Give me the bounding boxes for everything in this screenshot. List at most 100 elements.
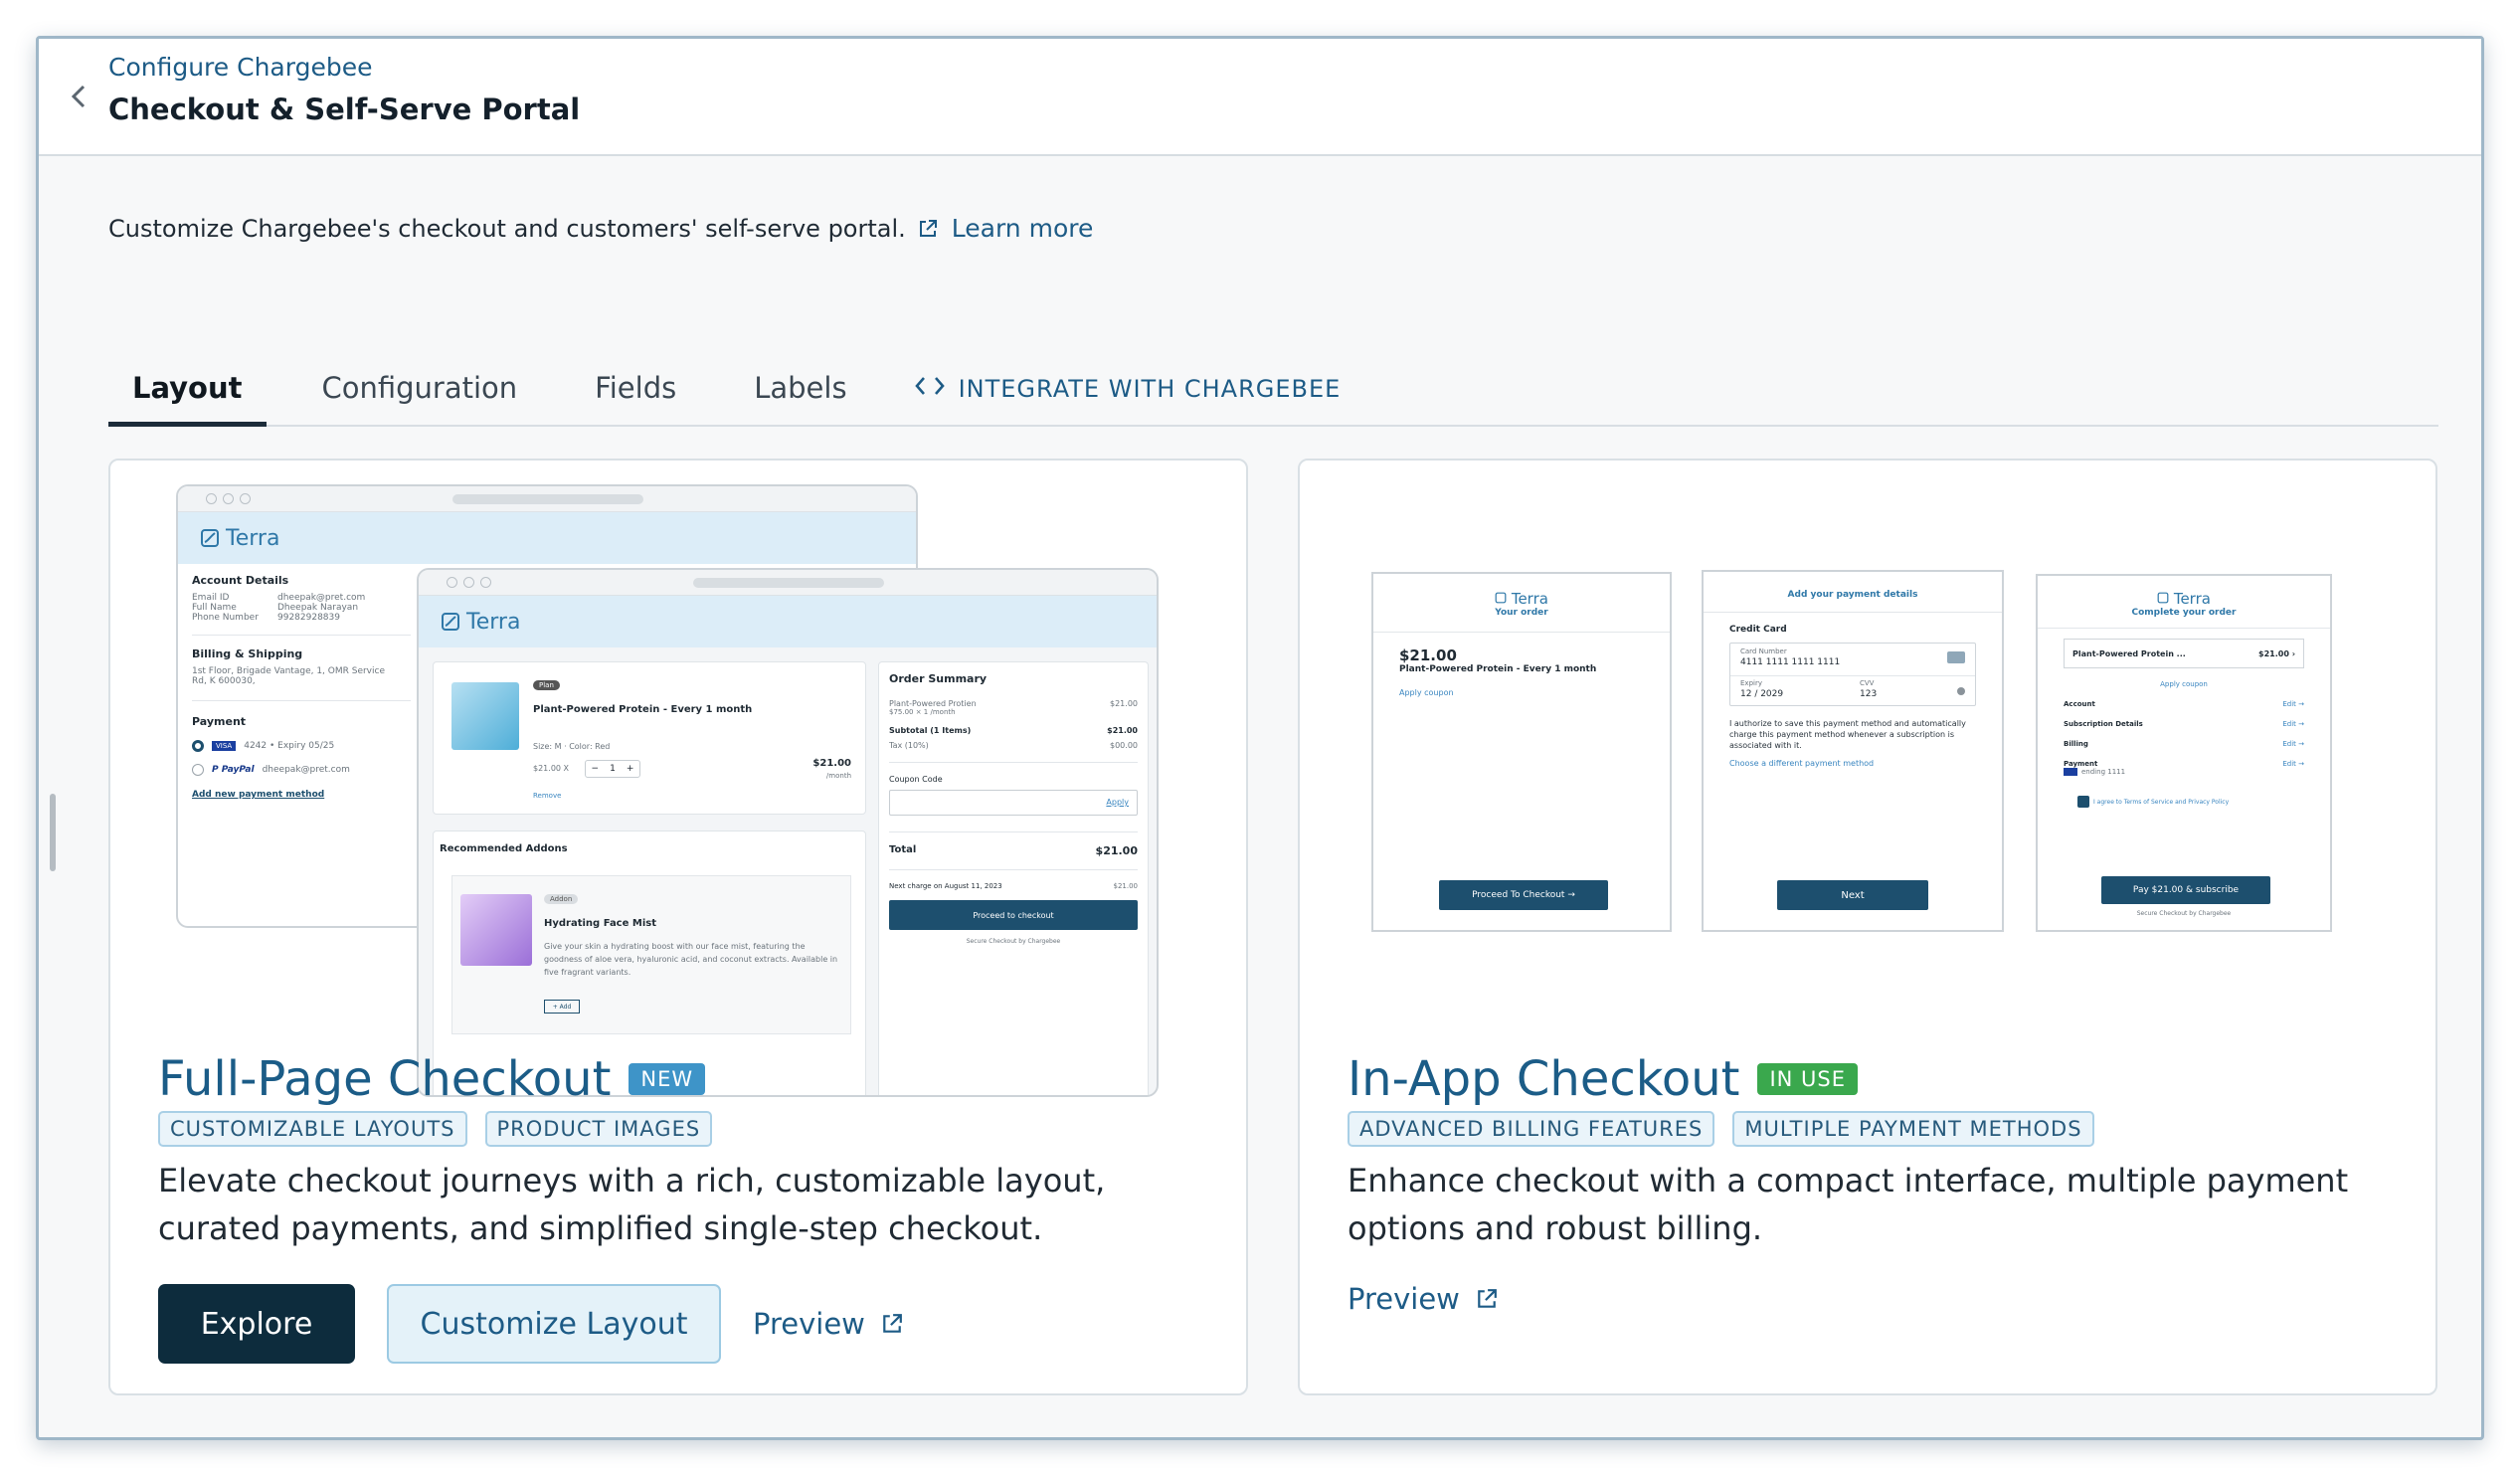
mock-s3-terms: I agree to Terms of Service and Privacy … bbox=[2093, 798, 2230, 806]
mock-phone-label: Phone Number bbox=[192, 613, 259, 623]
in-app-tags: ADVANCED BILLING FEATURES MULTIPLE PAYME… bbox=[1348, 1111, 2094, 1147]
mock-line-total: $21.00 bbox=[812, 758, 851, 769]
mock-s2-exp: 12 / 2029 bbox=[1740, 689, 1784, 699]
mock-s1-product: Plant-Powered Protein - Every 1 month bbox=[1399, 664, 1597, 674]
mock-variant: Size: M · Color: Red bbox=[533, 742, 611, 751]
mock-sum-item-sub: $75.00 × 1 /month bbox=[889, 708, 956, 716]
mock-addon-name: Hydrating Face Mist bbox=[544, 918, 656, 929]
mock-s2-button: Next bbox=[1777, 880, 1928, 910]
mock-email-label: Email ID bbox=[192, 593, 230, 603]
info-icon bbox=[1957, 687, 1965, 695]
mock-product: Plant-Powered Protein - Every 1 month bbox=[533, 704, 753, 715]
mock-s1-price: $21.00 bbox=[1399, 646, 1457, 664]
mock-total-label: Total bbox=[889, 844, 917, 855]
full-page-actions: Explore Customize Layout Preview bbox=[158, 1284, 903, 1364]
mock-s3-edit: Edit → bbox=[2282, 740, 2304, 748]
mock-proceed: Proceed to checkout bbox=[889, 900, 1138, 930]
tab-configuration[interactable]: Configuration bbox=[298, 355, 542, 427]
mock-brand: Terra bbox=[466, 609, 521, 635]
mock-s1-sub: Your order bbox=[1495, 608, 1548, 618]
mock-screen-complete: Terra Complete your order Plant-Powered … bbox=[2036, 574, 2332, 932]
mock-addons-title: Recommended Addons bbox=[440, 843, 568, 854]
mock-remove: Remove bbox=[533, 792, 562, 800]
mock-brand-3: Terra bbox=[2038, 590, 2330, 608]
external-link-icon bbox=[883, 1314, 902, 1333]
mock-name: Dheepak Narayan bbox=[277, 603, 359, 613]
mock-s3-edit: Edit → bbox=[2282, 720, 2304, 728]
in-app-description: Enhance checkout with a compact interfac… bbox=[1348, 1162, 2349, 1247]
mock-coupon-label: Coupon Code bbox=[889, 775, 943, 784]
mock-screen-order: Terra Your order $21.00 Plant-Powered Pr… bbox=[1371, 572, 1672, 932]
mock-brand: Terra bbox=[226, 525, 280, 551]
intro: Customize Chargebee's checkout and custo… bbox=[108, 214, 1093, 243]
explore-button[interactable]: Explore bbox=[158, 1284, 355, 1364]
mock-email: dheepak@pret.com bbox=[277, 593, 366, 603]
mock-per: /month bbox=[825, 772, 851, 780]
visa-icon bbox=[2064, 768, 2077, 776]
mock-s2-cvv-label: CVV bbox=[1860, 679, 1875, 687]
scrollbar-handle[interactable] bbox=[50, 794, 56, 871]
mock-s1-coupon: Apply coupon bbox=[1399, 688, 1454, 697]
tag-product-images: PRODUCT IMAGES bbox=[484, 1111, 713, 1147]
learn-more-link[interactable]: Learn more bbox=[952, 214, 1094, 243]
full-page-preview-link[interactable]: Preview bbox=[753, 1307, 903, 1341]
external-link-icon bbox=[1478, 1289, 1497, 1308]
mock-s3-edit: Edit → bbox=[2282, 760, 2304, 768]
mock-unit-price: $21.00 X bbox=[533, 764, 570, 773]
mock-brand-text: Terra bbox=[1511, 590, 1548, 608]
mock-front-window: Terra Plan Plant-Powered Protein - Every… bbox=[417, 568, 1159, 1097]
radio-icon bbox=[192, 764, 204, 776]
tab-bar: Layout Configuration Fields Labels INTEG… bbox=[108, 355, 2438, 427]
mock-paypal: dheepak@pret.com bbox=[262, 765, 350, 775]
visa-icon: VISA bbox=[212, 741, 237, 751]
tab-labels[interactable]: Labels bbox=[730, 355, 870, 427]
mock-s2-auth: I authorize to save this payment method … bbox=[1729, 719, 1966, 750]
mock-billing-title: Billing & Shipping bbox=[192, 647, 303, 660]
full-page-title: Full-Page Checkout NEW bbox=[158, 1051, 706, 1107]
mock-s3-coupon: Apply coupon bbox=[2160, 680, 2208, 688]
mock-phone: 99282928839 bbox=[277, 613, 340, 623]
addon-image bbox=[460, 894, 532, 966]
mock-s2-title: Add your payment details bbox=[1787, 590, 1918, 600]
mock-next-charge-amt: $21.00 bbox=[1113, 882, 1139, 890]
in-use-badge: IN USE bbox=[1757, 1063, 1858, 1095]
full-page-checkout-card: Terra Account Details Email ID dheepak@pr… bbox=[108, 459, 1248, 1395]
preview-label: Preview bbox=[753, 1307, 865, 1341]
mock-tax-label: Tax (10%) bbox=[889, 741, 929, 750]
tab-fields[interactable]: Fields bbox=[571, 355, 700, 427]
mock-s3-row-subscription: Subscription Details bbox=[2064, 720, 2143, 728]
radio-selected-icon bbox=[192, 740, 204, 752]
full-page-title-text: Full-Page Checkout bbox=[158, 1051, 612, 1107]
customize-layout-button[interactable]: Customize Layout bbox=[387, 1284, 721, 1364]
mock-s3-secure: Secure Checkout by Chargebee bbox=[2136, 910, 2232, 917]
in-app-preview-link[interactable]: Preview bbox=[1348, 1282, 1498, 1316]
mock-payment-title: Payment bbox=[192, 715, 247, 728]
full-page-description: Elevate checkout journeys with a rich, c… bbox=[158, 1162, 1106, 1247]
mock-s1-button: Proceed To Checkout → bbox=[1439, 880, 1608, 910]
product-image bbox=[451, 682, 519, 750]
mock-s3-button: Pay $21.00 & subscribe bbox=[2101, 876, 2270, 904]
mock-add-payment: Add new payment method bbox=[192, 790, 325, 800]
mock-account-title: Account Details bbox=[192, 574, 289, 587]
tab-integrate[interactable]: INTEGRATE WITH CHARGEBEE bbox=[891, 355, 1365, 427]
mock-subtotal: $21.00 bbox=[1107, 726, 1138, 735]
tab-layout[interactable]: Layout bbox=[108, 355, 267, 427]
checkbox-checked-icon bbox=[2077, 796, 2089, 808]
breadcrumb[interactable]: Configure Chargebee bbox=[108, 53, 372, 82]
in-app-checkout-card: Terra Your order $21.00 Plant-Powered Pr… bbox=[1298, 459, 2437, 1395]
mock-sum-item: Plant-Powered Protien bbox=[889, 699, 977, 708]
tab-integrate-label: INTEGRATE WITH CHARGEBEE bbox=[958, 375, 1342, 403]
in-app-actions: Preview bbox=[1348, 1282, 1498, 1316]
full-page-tags: CUSTOMIZABLE LAYOUTS PRODUCT IMAGES bbox=[158, 1111, 713, 1147]
mock-s2-choose: Choose a different payment method bbox=[1729, 759, 1875, 768]
page-title: Checkout & Self-Serve Portal bbox=[108, 92, 581, 126]
mock-subtotal-label: Subtotal (1 Items) bbox=[889, 726, 972, 735]
mock-addon-desc: Give your skin a hydrating boost with ou… bbox=[544, 942, 838, 977]
card-icon bbox=[1947, 651, 1965, 663]
mock-screen-payment: Add your payment details Credit Card Car… bbox=[1702, 570, 2004, 932]
back-button[interactable] bbox=[57, 75, 100, 118]
mock-qty: 1 bbox=[610, 764, 616, 774]
tag-multiple-payment-methods: MULTIPLE PAYMENT METHODS bbox=[1732, 1111, 2094, 1147]
mock-summary-title: Order Summary bbox=[889, 672, 988, 685]
new-badge: NEW bbox=[629, 1063, 706, 1095]
